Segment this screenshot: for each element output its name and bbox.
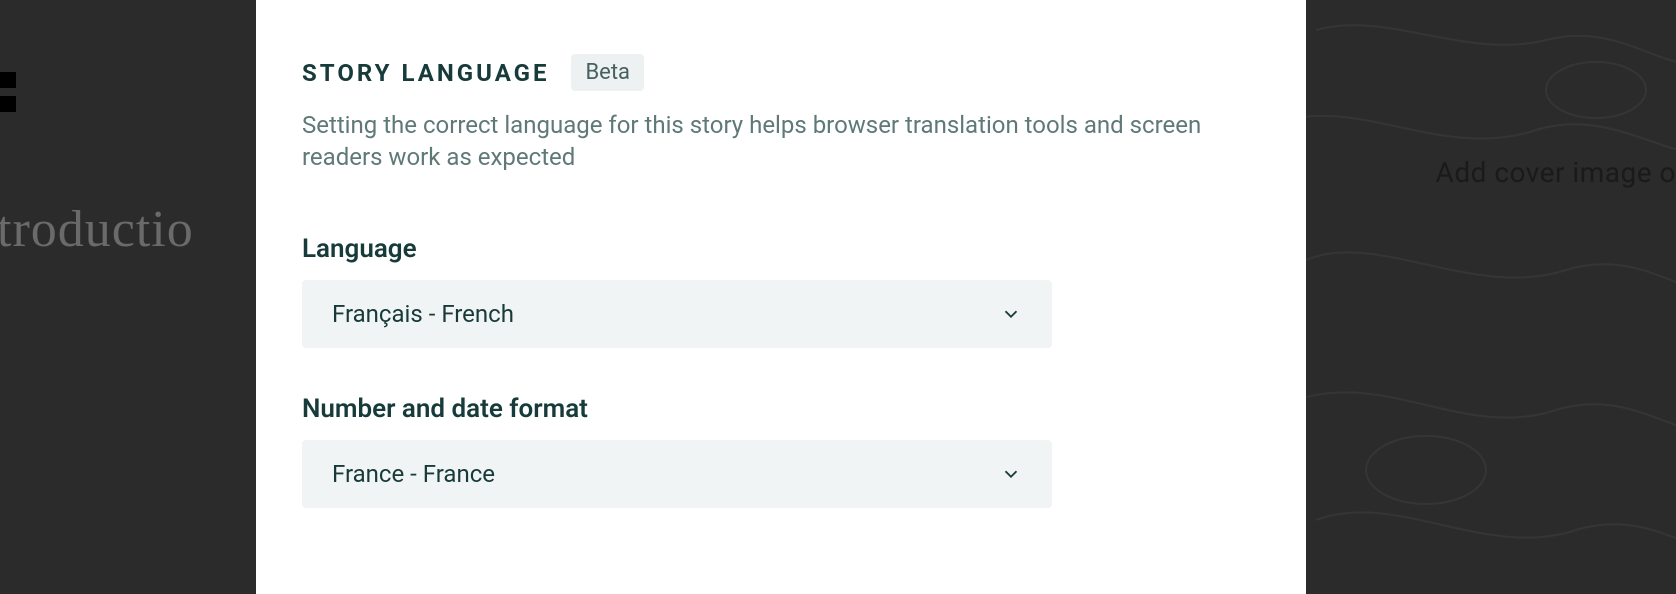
format-select-value: France - France xyxy=(332,460,495,488)
background-contour-art xyxy=(1306,0,1676,594)
beta-badge: Beta xyxy=(571,54,644,91)
section-description: Setting the correct language for this st… xyxy=(302,109,1202,174)
toolbar-fragment xyxy=(0,72,16,88)
format-label: Number and date format xyxy=(302,394,1260,424)
section-title: STORY LANGUAGE xyxy=(302,59,549,87)
background-heading-fragment: ntroductio xyxy=(0,200,194,259)
language-field: Language Français - French xyxy=(302,234,1260,348)
chevron-down-icon xyxy=(1000,303,1022,325)
section-header: STORY LANGUAGE Beta xyxy=(302,54,1260,91)
chevron-down-icon xyxy=(1000,463,1022,485)
format-select[interactable]: France - France xyxy=(302,440,1052,508)
cover-image-prompt-fragment: Add cover image or xyxy=(1436,156,1676,189)
number-date-format-field: Number and date format France - France xyxy=(302,394,1260,508)
language-select-value: Français - French xyxy=(332,300,514,328)
toolbar-fragment xyxy=(0,96,16,112)
story-language-panel: STORY LANGUAGE Beta Setting the correct … xyxy=(256,0,1306,594)
language-select[interactable]: Français - French xyxy=(302,280,1052,348)
language-label: Language xyxy=(302,234,1260,264)
